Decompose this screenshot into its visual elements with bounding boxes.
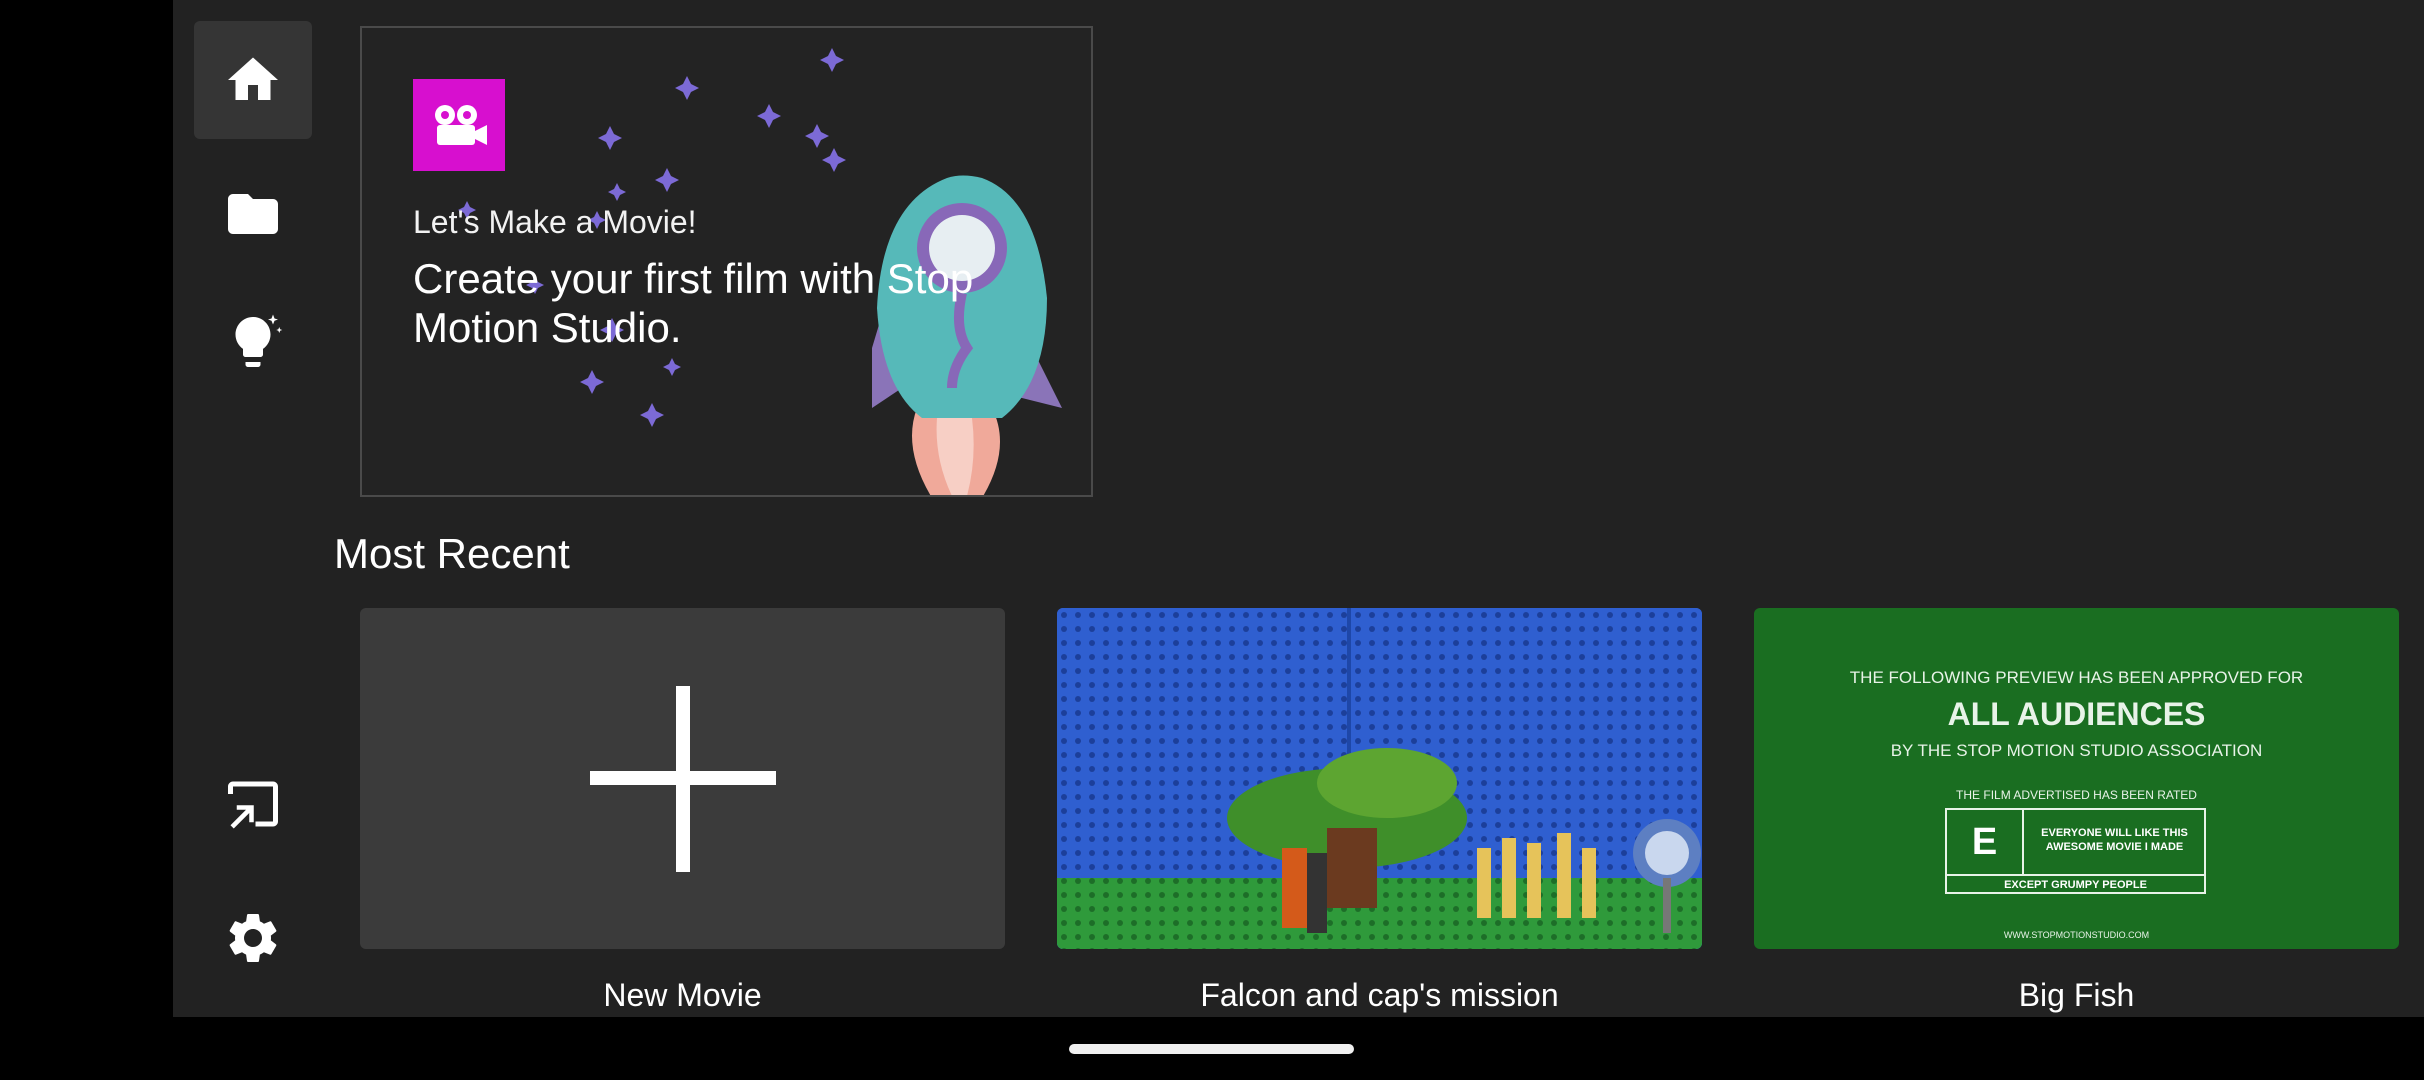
movie-title-falcon: Falcon and cap's mission — [1200, 977, 1559, 1013]
folder-icon — [228, 194, 278, 234]
banner-title: Create your first film with Stop Motion … — [413, 255, 974, 351]
rating-desc: EVERYONE WILL LIKE THIS AWESOME MOVIE I … — [2027, 826, 2202, 854]
rating-desc1: EVERYONE WILL LIKE THIS — [2041, 827, 2188, 839]
rating-grade: E — [1947, 810, 2024, 874]
nav-settings-button[interactable] — [194, 879, 312, 997]
new-movie-card[interactable] — [360, 608, 1005, 949]
sidebar — [173, 0, 323, 1017]
banner-kicker: Let's Make a Movie! — [413, 204, 697, 240]
rating-box: E EVERYONE WILL LIKE THIS AWESOME MOVIE … — [1945, 808, 2206, 894]
rating-line3: BY THE STOP MOTION STUDIO ASSOCIATION — [1890, 741, 2263, 760]
gear-icon — [229, 914, 277, 962]
app-logo — [413, 79, 505, 171]
home-icon — [228, 57, 278, 100]
app-window: Let's Make a Movie! Create your first fi… — [173, 0, 2424, 1017]
rating-line2: ALL AUDIENCES — [1947, 696, 2206, 732]
movie-thumbnail-falcon[interactable] — [1057, 608, 1702, 949]
nav-home-button[interactable] — [194, 21, 312, 139]
tutorial-banner[interactable]: Let's Make a Movie! Create your first fi… — [360, 26, 1093, 497]
nav-cast-button[interactable] — [194, 745, 312, 863]
movie-title-big-fish: Big Fish — [2018, 977, 2135, 1013]
movie-thumbnail-big-fish[interactable]: THE FOLLOWING PREVIEW HAS BEEN APPROVED … — [1754, 608, 2399, 949]
plus-icon — [590, 686, 776, 872]
home-indicator-bar[interactable] — [1069, 1044, 1354, 1054]
cast-icon — [228, 781, 278, 829]
movie-camera-icon — [435, 105, 487, 145]
rating-url: WWW.STOPMOTIONSTUDIO.COM — [2003, 930, 2150, 940]
rating-desc2: AWESOME MOVIE I MADE — [2045, 841, 2184, 853]
section-title: Most Recent — [334, 530, 570, 577]
new-movie-label: New Movie — [603, 977, 762, 1013]
nav-ideas-button[interactable] — [194, 283, 312, 401]
rating-line4: THE FILM ADVERTISED HAS BEEN RATED — [1956, 788, 2197, 802]
lightbulb-sparkle-icon — [235, 314, 283, 367]
lego-scene-thumbnail — [1057, 608, 1702, 949]
nav-projects-button[interactable] — [194, 155, 312, 273]
rating-footer: EXCEPT GRUMPY PEOPLE — [1947, 874, 2204, 894]
rating-line1: THE FOLLOWING PREVIEW HAS BEEN APPROVED … — [1849, 668, 2304, 687]
